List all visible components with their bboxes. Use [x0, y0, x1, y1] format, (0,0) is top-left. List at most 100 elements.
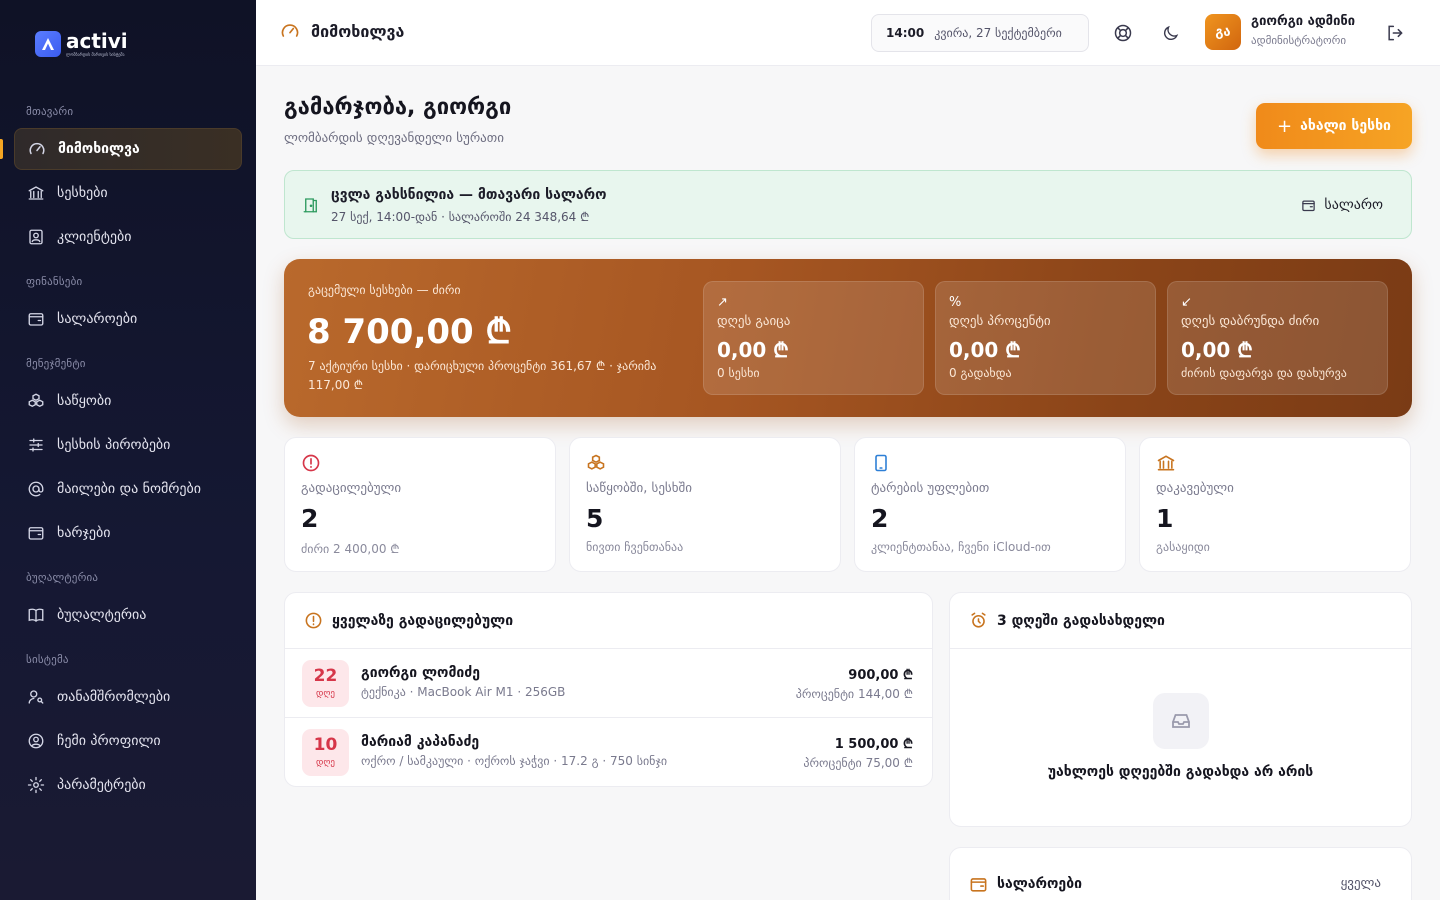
cashbox-link[interactable]: სალარო — [1301, 197, 1383, 213]
hero-card-label: დღეს გაიცა — [717, 314, 791, 329]
sidebar-item-mails-numbers[interactable]: მაილები და ნომრები — [14, 468, 242, 510]
sidebar-item-expenses[interactable]: ხარჯები — [14, 512, 242, 554]
top-header: მიმოხილვა 14:00 კვირა, 27 სექტემბერი გა … — [256, 0, 1440, 66]
user-role: ადმინისტრატორი — [1251, 34, 1347, 47]
stat-label: საწყობში, სესხში — [586, 481, 692, 496]
hero-card-sub: 0 სესხი — [717, 366, 760, 380]
held-stat-card[interactable]: დაკავებული 1 გასაყიდი — [1139, 437, 1411, 572]
stat-value: 5 — [586, 504, 604, 533]
shift-title: ცვლა გახსნილია — მთავარი სალარო — [331, 187, 607, 203]
logo-tagline: ლომბარდის მართვის სისტემა — [66, 52, 125, 57]
nav-section-system: სისტემა — [26, 653, 69, 666]
wallet-icon — [26, 523, 46, 543]
active-indicator — [0, 139, 3, 159]
bank-icon — [26, 183, 46, 203]
sidebar-item-label: კლიენტები — [57, 229, 132, 245]
new-loan-label: ახალი სესხი — [1300, 118, 1391, 134]
sidebar-item-accounting[interactable]: ბუღალტერია — [14, 594, 242, 636]
new-loan-button[interactable]: + ახალი სესხი — [1256, 103, 1412, 149]
sidebar-item-label: ხარჯები — [57, 525, 111, 541]
alarm-clock-icon — [969, 611, 988, 630]
hero-card-sub: ძირის დაფარვა და დახურვა — [1181, 366, 1347, 380]
overdue-days-badge: 10 დღე — [302, 729, 349, 776]
stat-label: გადაცილებული — [301, 481, 402, 496]
see-all-link[interactable]: ყველა — [1341, 876, 1381, 891]
today-interest-card: % დღეს პროცენტი 0,00 ₾ 0 გადახდა — [935, 281, 1156, 395]
stat-sub: გასაყიდი — [1156, 540, 1210, 554]
sidebar-item-label: მიმოხილვა — [58, 141, 140, 157]
stat-label: ტარების უფლებით — [871, 481, 990, 496]
logout-icon[interactable] — [1384, 22, 1406, 44]
loan-interest: პროცენტი 75,00 ₾ — [803, 756, 913, 770]
sidebar-item-label: სესხები — [57, 185, 108, 201]
loan-amount: 1 500,00 ₾ — [834, 737, 913, 752]
stat-value: 1 — [1156, 504, 1174, 533]
hero-card-value: 0,00 ₾ — [717, 338, 789, 362]
logo[interactable]: activi ლომბარდის მართვის სისტემა — [35, 31, 128, 57]
nav-section-management: მენეჯმენტი — [26, 357, 86, 370]
sidebar-item-label: საწყობი — [57, 393, 112, 409]
warehouse-stat-card[interactable]: საწყობში, სესხში 5 ნივთი ჩვენთანაა — [569, 437, 841, 572]
wallet-icon — [1301, 198, 1316, 213]
panel-header: 3 დღეში გადასახდელი — [950, 593, 1411, 649]
stat-label: დაკავებული — [1156, 481, 1234, 496]
client-name: გიორგი ლომიძე — [361, 665, 481, 681]
overdue-days: 10 — [313, 735, 338, 755]
sidebar-item-staff[interactable]: თანამშრომლები — [14, 676, 242, 718]
support-icon[interactable] — [1112, 22, 1134, 44]
alert-circle-icon — [304, 611, 323, 630]
wallet-icon — [969, 875, 988, 894]
arrow-down-left-icon: ↙ — [1181, 295, 1192, 310]
stat-sub: ძირი 2 400,00 ₾ — [301, 542, 400, 556]
boxes-icon — [586, 453, 606, 473]
sidebar: activi ლომბარდის მართვის სისტემა მთავარი… — [0, 0, 256, 900]
sidebar-item-loan-terms[interactable]: სესხის პირობები — [14, 424, 242, 466]
avatar[interactable]: გა — [1205, 14, 1241, 50]
usage-rights-stat-card[interactable]: ტარების უფლებით 2 კლიენტთანაა, ჩვენი iCl… — [854, 437, 1126, 572]
overdue-days-unit: დღე — [315, 758, 335, 768]
sidebar-item-label: პარამეტრები — [57, 777, 146, 793]
sidebar-item-settings[interactable]: პარამეტრები — [14, 764, 242, 806]
sidebar-item-cashboxes[interactable]: სალაროები — [14, 298, 242, 340]
page-title: მიმოხილვა — [280, 21, 404, 41]
sidebar-item-label: თანამშრომლები — [57, 689, 171, 705]
alert-circle-icon — [301, 453, 321, 473]
loan-amount: 900,00 ₾ — [848, 668, 913, 683]
book-icon — [26, 605, 46, 625]
table-row[interactable]: 10 დღე მარიამ კაპანაძე ოქრო / სამკაული ·… — [285, 718, 932, 787]
hero-card-label: დღეს პროცენტი — [949, 314, 1051, 329]
tablet-icon — [871, 453, 891, 473]
nav-section-accounting: ბუღალტერია — [26, 571, 99, 584]
arrow-up-right-icon: ↗ — [717, 295, 728, 310]
panel-header: ყველაზე გადაცილებული — [285, 593, 932, 649]
boxes-icon — [26, 391, 46, 411]
table-row[interactable]: 22 დღე გიორგი ლომიძე ტექნიკა · MacBook A… — [285, 649, 932, 718]
overdue-days-badge: 22 დღე — [302, 660, 349, 707]
sidebar-item-overview[interactable]: მიმოხილვა — [14, 128, 242, 170]
stat-sub: ნივთი ჩვენთანაა — [586, 540, 684, 554]
stat-sub: კლიენტთანაა, ჩვენი iCloud-ით — [871, 540, 1051, 554]
percent-icon: % — [949, 295, 962, 310]
today-issued-card: ↗ დღეს გაიცა 0,00 ₾ 0 სესხი — [703, 281, 924, 395]
stat-value: 2 — [871, 504, 889, 533]
moon-icon[interactable] — [1159, 22, 1181, 44]
overdue-stat-card[interactable]: გადაცილებული 2 ძირი 2 400,00 ₾ — [284, 437, 556, 572]
sidebar-item-clients[interactable]: კლიენტები — [14, 216, 242, 258]
nav-section-finance: ფინანსები — [26, 275, 83, 288]
hero-amount: 8 700,00 ₾ — [307, 312, 512, 352]
sidebar-item-warehouse[interactable]: საწყობი — [14, 380, 242, 422]
nav-section-main: მთავარი — [26, 105, 74, 118]
client-name: მარიამ კაპანაძე — [361, 734, 480, 750]
sidebar-item-loans[interactable]: სესხები — [14, 172, 242, 214]
pledged-item: ტექნიკა · MacBook Air M1 · 256GB — [361, 685, 566, 699]
greeting-title: გამარჯობა, გიორგი — [284, 95, 512, 120]
cashbox-link-label: სალარო — [1324, 197, 1383, 213]
sidebar-item-my-profile[interactable]: ჩემი პროფილი — [14, 720, 242, 762]
logo-name: activi — [66, 29, 128, 53]
datetime-display: 14:00 კვირა, 27 სექტემბერი — [871, 14, 1089, 52]
gauge-icon — [280, 21, 300, 41]
cashboxes-panel: სალაროები ყველა — [949, 847, 1412, 900]
hero-card-value: 0,00 ₾ — [949, 338, 1021, 362]
loans-summary-card: გაცემული სესხები — ძირი 8 700,00 ₾ 7 აქტ… — [284, 259, 1412, 417]
gauge-icon — [27, 139, 47, 159]
